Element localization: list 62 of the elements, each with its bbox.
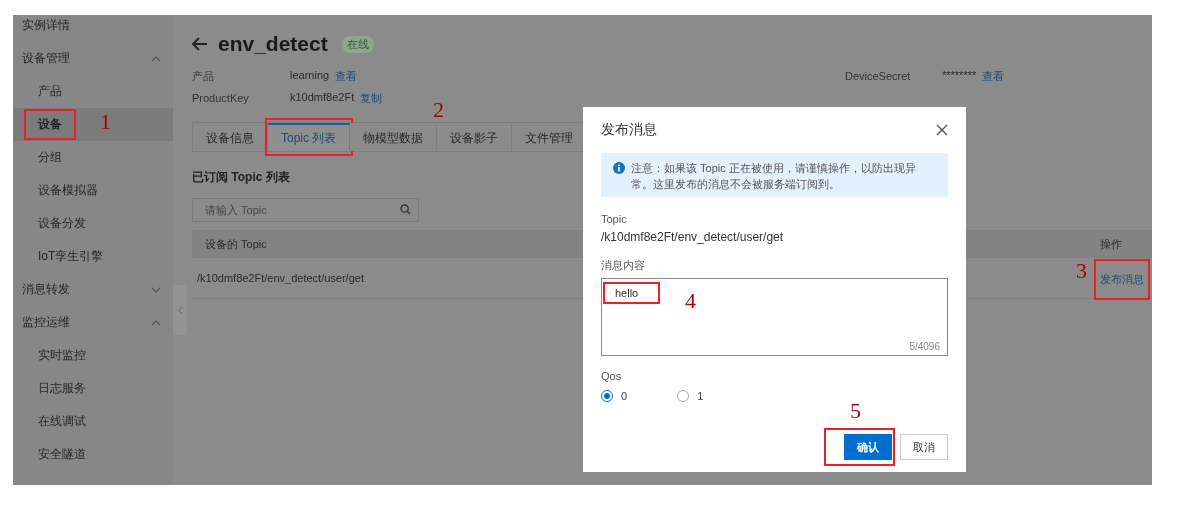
info-link[interactable]: 查看: [335, 68, 358, 84]
sidebar-group[interactable]: 消息转发: [13, 273, 173, 306]
sidebar-item[interactable]: 设备分发: [13, 207, 173, 240]
info-label: 产品: [192, 68, 215, 84]
tab[interactable]: Topic 列表: [268, 123, 351, 151]
page-title: env_detect: [218, 32, 328, 56]
dialog-title: 发布消息: [601, 121, 657, 139]
search-icon[interactable]: [400, 204, 411, 215]
notice-text: 注意：如果该 Topic 正在被使用，请谨慎操作，以防出现异常。这里发布的消息不会被服务端订阅到。: [631, 161, 917, 192]
sidebar-item[interactable]: 设备 1: [13, 108, 173, 141]
char-counter: 5/4096: [909, 341, 940, 352]
chevron-icon: [151, 55, 161, 62]
info-link[interactable]: 查看: [982, 68, 1005, 84]
publish-link[interactable]: 发布消息: [1100, 272, 1144, 287]
annotation-number: 2: [433, 99, 444, 121]
sidebar-item[interactable]: 安全隧道: [13, 438, 173, 471]
message-field[interactable]: hello 4 5/4096: [601, 278, 948, 356]
chevron-icon: [151, 286, 161, 293]
sidebar-group[interactable]: 监控运维: [13, 306, 173, 339]
field-label: Topic: [601, 213, 628, 225]
tab[interactable]: 物模型数据: [350, 123, 438, 151]
sidebar-item[interactable]: 日志服务: [13, 372, 173, 405]
column-header: 设备的 Topic: [205, 236, 267, 252]
highlight-frame: [24, 109, 76, 140]
info-icon: [613, 162, 625, 174]
cancel-button[interactable]: 取消: [900, 434, 948, 460]
back-arrow-icon[interactable]: [192, 37, 208, 51]
annotation-number: 4: [685, 290, 696, 312]
highlight-frame: [824, 428, 895, 466]
annotation-number: 3: [1076, 260, 1087, 282]
column-header: 操作: [1100, 236, 1122, 252]
info-value: learning: [290, 68, 330, 83]
info-value: k10dmf8e2Ft: [290, 90, 355, 105]
search-field[interactable]: 请输入 Topic: [192, 198, 419, 222]
topic-value: /k10dmf8e2Ft/env_detect/user/get: [601, 230, 785, 244]
sidebar-item[interactable]: 分组: [13, 141, 173, 174]
collapse-handle[interactable]: [173, 285, 187, 335]
sidebar-item[interactable]: 产品: [13, 75, 173, 108]
sidebar-item[interactable]: 实时监控: [13, 339, 173, 372]
confirm-button[interactable]: 确认: [844, 434, 892, 460]
qos-radio[interactable]: 0: [601, 390, 628, 402]
section-title: 已订阅 Topic 列表: [192, 169, 290, 186]
sidebar-group[interactable]: 设备管理: [13, 42, 173, 75]
highlight-frame: [1094, 259, 1150, 300]
status-badge: 在线: [341, 35, 374, 53]
info-link[interactable]: 复制: [360, 90, 383, 106]
qos-radio[interactable]: 1: [677, 390, 704, 402]
info-value: ********: [942, 68, 977, 83]
sidebar-item[interactable]: 在线调试: [13, 405, 173, 438]
annotation-number: 1: [100, 111, 111, 133]
chevron-icon: [151, 319, 161, 326]
close-icon[interactable]: [936, 124, 948, 136]
highlight-frame: [603, 282, 661, 304]
field-label: 消息内容: [601, 258, 646, 273]
sidebar-item[interactable]: 实例详情: [13, 15, 173, 42]
sidebar-item[interactable]: IoT孪生引擎: [13, 240, 173, 273]
field-label: Qos: [601, 370, 623, 382]
sidebar-item[interactable]: 设备模拟器: [13, 174, 173, 207]
annotation-number: 5: [850, 400, 861, 422]
info-label: DeviceSecret: [845, 70, 912, 82]
table-cell: /k10dmf8e2Ft/env_detect/user/get: [197, 272, 364, 284]
info-label: ProductKey: [192, 92, 250, 104]
